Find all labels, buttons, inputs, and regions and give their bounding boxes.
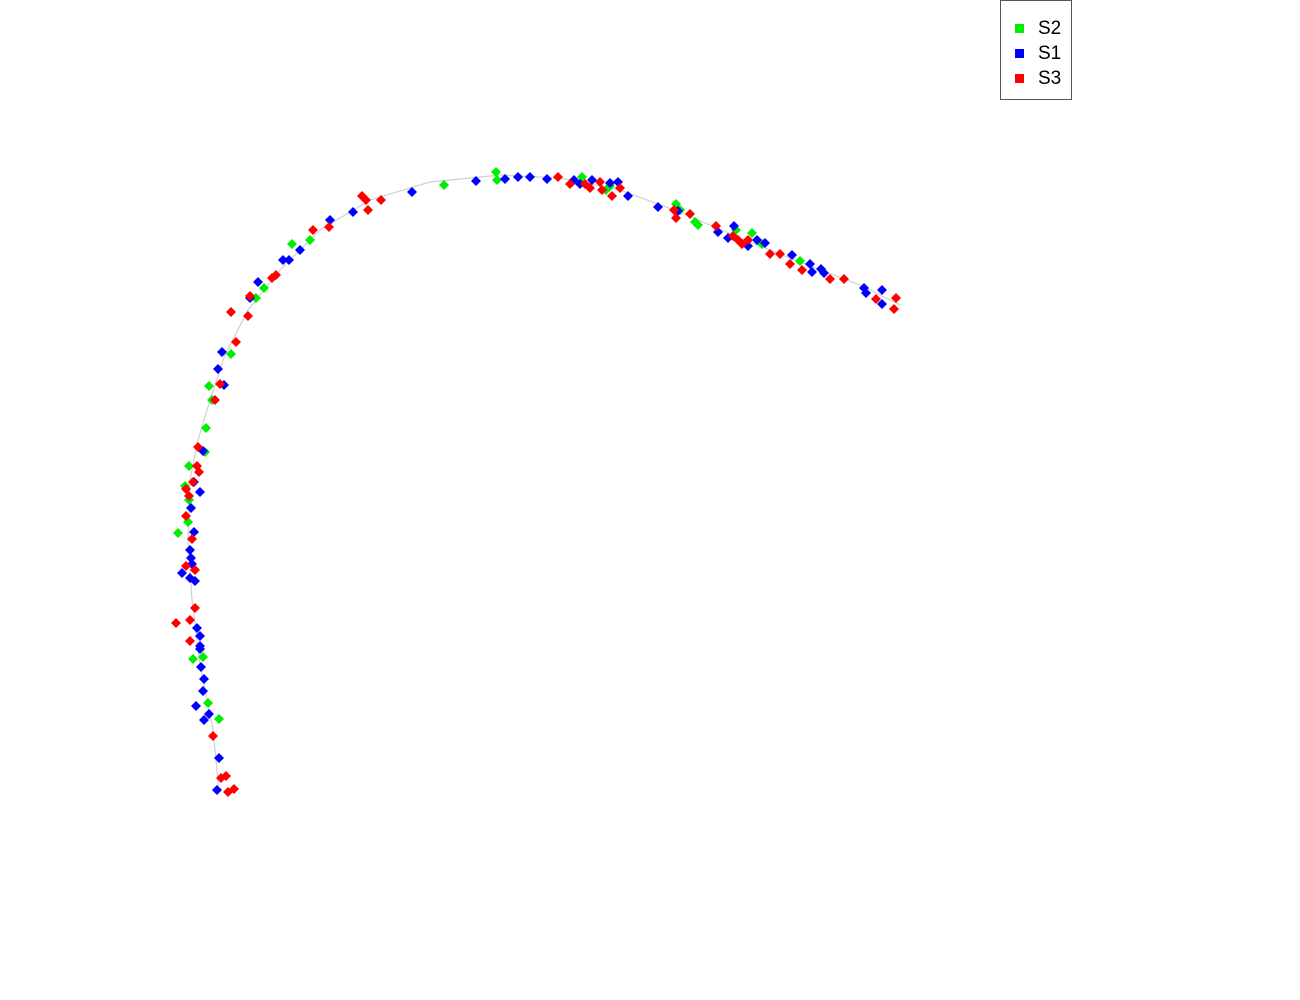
data-point-s2 xyxy=(203,698,213,708)
data-point-s3 xyxy=(243,311,253,321)
legend-label-s3: S3 xyxy=(1038,68,1062,89)
data-point-s1 xyxy=(217,347,227,357)
data-point-s3 xyxy=(231,337,241,347)
data-point-s3 xyxy=(171,618,181,628)
data-point-s2 xyxy=(188,654,198,664)
data-point-s3 xyxy=(324,222,334,232)
data-point-s3 xyxy=(363,205,373,215)
data-point-s2 xyxy=(214,714,224,724)
data-point-s3 xyxy=(797,265,807,275)
legend: S2 S1 S3 xyxy=(1000,0,1072,100)
data-point-s2 xyxy=(173,528,183,538)
data-point-s1 xyxy=(513,172,523,182)
scatter-plot xyxy=(171,167,901,797)
legend-swatch-s1 xyxy=(1015,49,1024,58)
legend-item-s1: S1 xyxy=(1001,41,1071,66)
data-point-s3 xyxy=(208,731,218,741)
data-point-s1 xyxy=(787,250,797,260)
data-points xyxy=(171,167,901,797)
data-point-s3 xyxy=(889,304,899,314)
data-point-s2 xyxy=(492,175,502,185)
data-point-s3 xyxy=(775,249,785,259)
data-point-s1 xyxy=(196,662,206,672)
data-point-s1 xyxy=(186,503,196,513)
legend-item-s3: S3 xyxy=(1001,66,1071,91)
legend-swatch-s3 xyxy=(1015,74,1024,83)
data-point-s1 xyxy=(623,191,633,201)
data-point-s3 xyxy=(553,172,563,182)
data-point-s3 xyxy=(765,249,775,259)
data-point-s1 xyxy=(191,701,201,711)
data-point-s3 xyxy=(376,195,386,205)
data-point-s3 xyxy=(185,636,195,646)
data-point-s1 xyxy=(199,674,209,684)
data-point-s2 xyxy=(795,256,805,266)
legend-label-s2: S2 xyxy=(1038,18,1062,39)
legend-label-s1: S1 xyxy=(1038,43,1062,64)
data-point-s1 xyxy=(653,202,663,212)
data-point-s3 xyxy=(226,307,236,317)
data-point-s3 xyxy=(785,259,795,269)
data-point-s3 xyxy=(190,603,200,613)
data-point-s1 xyxy=(195,487,205,497)
data-point-s2 xyxy=(204,381,214,391)
data-point-s2 xyxy=(287,239,297,249)
data-point-s1 xyxy=(212,785,222,795)
data-point-s3 xyxy=(839,274,849,284)
trajectory-curve xyxy=(187,174,901,791)
legend-item-s2: S2 xyxy=(1001,16,1071,41)
data-point-s1 xyxy=(542,174,552,184)
legend-swatch-s2 xyxy=(1015,24,1024,33)
data-point-s1 xyxy=(877,285,887,295)
data-point-s1 xyxy=(525,172,535,182)
data-point-s1 xyxy=(185,545,195,555)
